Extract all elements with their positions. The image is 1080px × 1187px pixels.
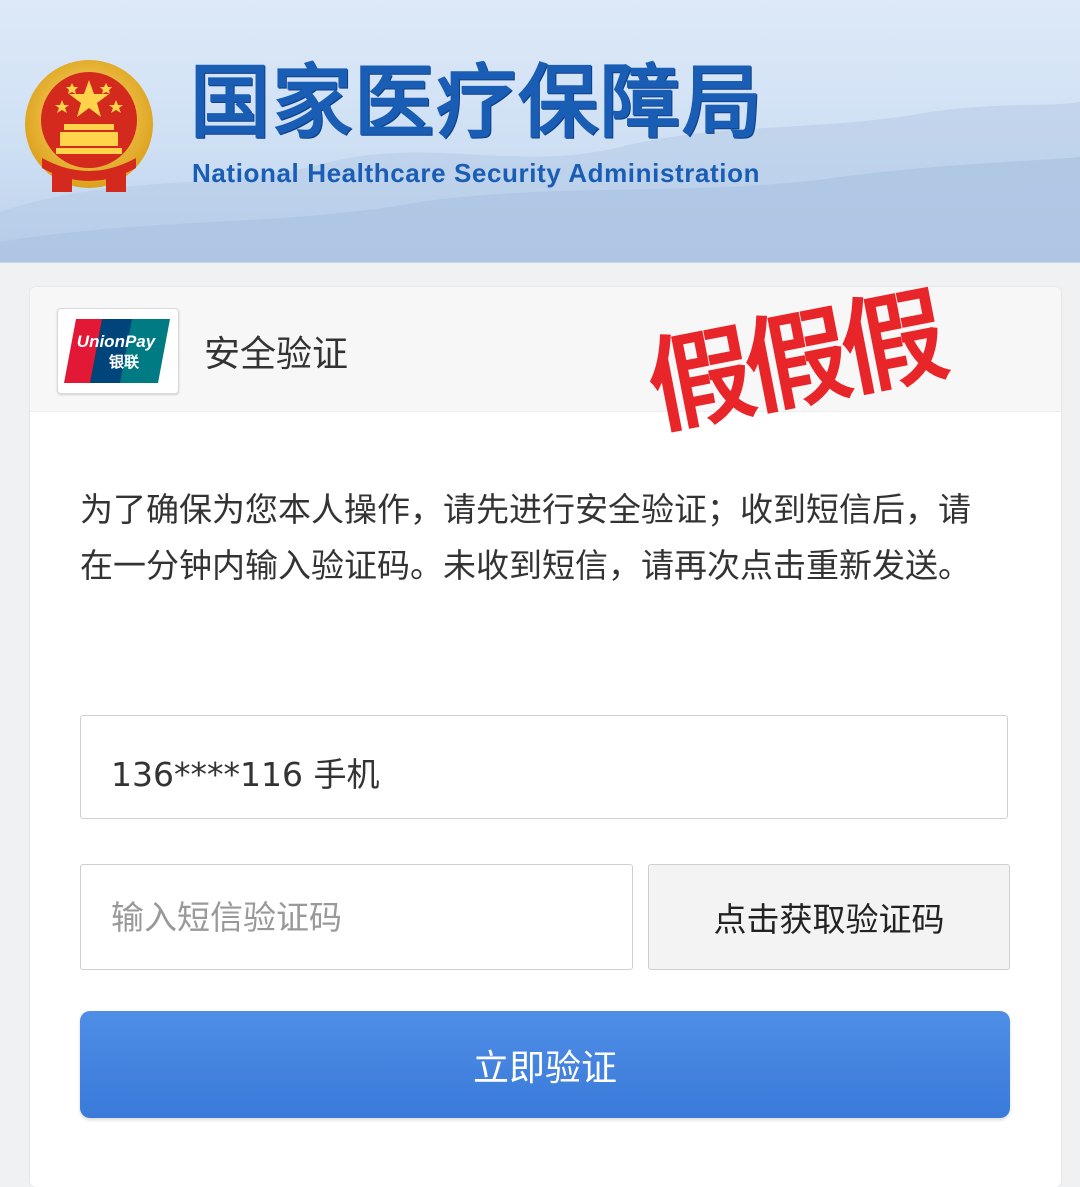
instruction-text: 为了确保为您本人操作，请先进行安全验证；收到短信后，请在一分钟内输入验证码。未收…: [80, 490, 971, 585]
phone-number-field: 136****116 手机: [80, 715, 1008, 819]
agency-title-cn: 国家医疗保障局: [190, 55, 764, 149]
unionpay-logo-icon: UnionPay 银联: [64, 319, 170, 383]
get-code-button[interactable]: 点击获取验证码: [648, 864, 1010, 970]
verify-now-button[interactable]: 立即验证: [80, 1011, 1010, 1118]
unionpay-logo: UnionPay 银联: [57, 308, 179, 394]
card-title: 安全验证: [204, 334, 349, 375]
agency-title-en: National Healthcare Security Administrat…: [192, 158, 761, 188]
phone-number-text: 136****116 手机: [111, 755, 380, 794]
national-emblem-icon: [25, 60, 153, 192]
sms-code-input[interactable]: [80, 864, 633, 970]
unionpay-logo-text: UnionPay: [77, 332, 157, 351]
card-header: UnionPay 银联 安全验证 假假假: [30, 274, 1061, 450]
unionpay-logo-cn: 银联: [109, 353, 140, 371]
fake-stamp: 假假假: [638, 274, 951, 450]
header-banner: 国家医疗保障局 National Healthcare Security Adm…: [0, 0, 1080, 263]
verification-card: UnionPay 银联 安全验证 假假假 为了确保为您本人操作，请先进行安全验证…: [30, 274, 1061, 1187]
